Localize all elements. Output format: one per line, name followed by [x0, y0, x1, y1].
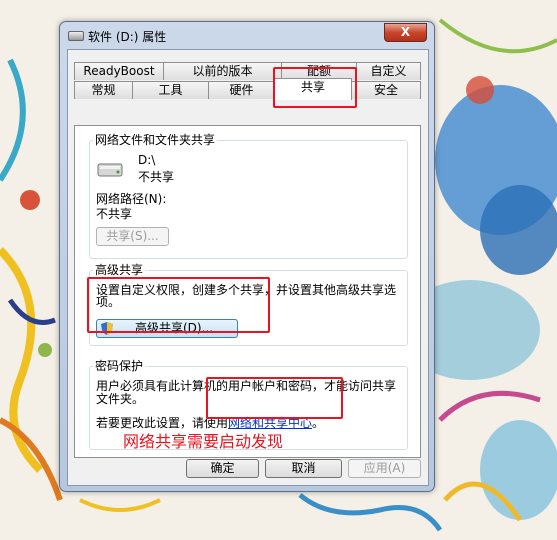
password-protection-title: 密码保护 [93, 357, 146, 374]
advanced-sharing-highlight [87, 277, 270, 333]
share-status: 不共享 [138, 170, 175, 184]
cancel-button[interactable]: 取消 [265, 459, 342, 478]
tab-security[interactable]: 安全 [351, 81, 421, 99]
ok-button[interactable]: 确定 [186, 459, 259, 478]
window-title: 软件 (D:) 属性 [88, 30, 167, 44]
hard-drive-icon [97, 163, 123, 177]
tab-general[interactable]: 常规 [74, 81, 133, 99]
network-path-value: 不共享 [96, 207, 133, 221]
close-button[interactable]: X [384, 23, 427, 42]
tab-tools[interactable]: 工具 [132, 81, 209, 99]
network-sharing-title: 网络文件和文件夹共享 [93, 131, 218, 148]
properties-dialog: 软件 (D:) 属性 X ReadyBoost 以前的版本 配额 自定义 常规 … [59, 21, 435, 492]
advanced-sharing-title: 高级共享 [93, 261, 146, 278]
share-button[interactable]: 共享(S)... [96, 227, 169, 246]
tab-customize[interactable]: 自定义 [356, 62, 421, 80]
password-protection-text-cont: 文件夹。 [96, 392, 145, 406]
drive-path: D:\ [138, 153, 156, 167]
dialog-client-area: ReadyBoost 以前的版本 配额 自定义 常规 工具 硬件 共享 安全 网… [67, 49, 429, 486]
drive-icon [68, 31, 84, 41]
sharing-tab-highlight [273, 67, 357, 108]
apply-button[interactable]: 应用(A) [348, 459, 421, 478]
tab-previous-versions[interactable]: 以前的版本 [163, 62, 282, 80]
network-center-highlight [206, 377, 343, 419]
annotation-text: 网络共享需要启动发现 [123, 432, 284, 451]
tab-hardware[interactable]: 硬件 [208, 81, 275, 99]
tab-readyboost[interactable]: ReadyBoost [74, 62, 164, 80]
title-bar[interactable]: 软件 (D:) 属性 X [60, 22, 434, 48]
